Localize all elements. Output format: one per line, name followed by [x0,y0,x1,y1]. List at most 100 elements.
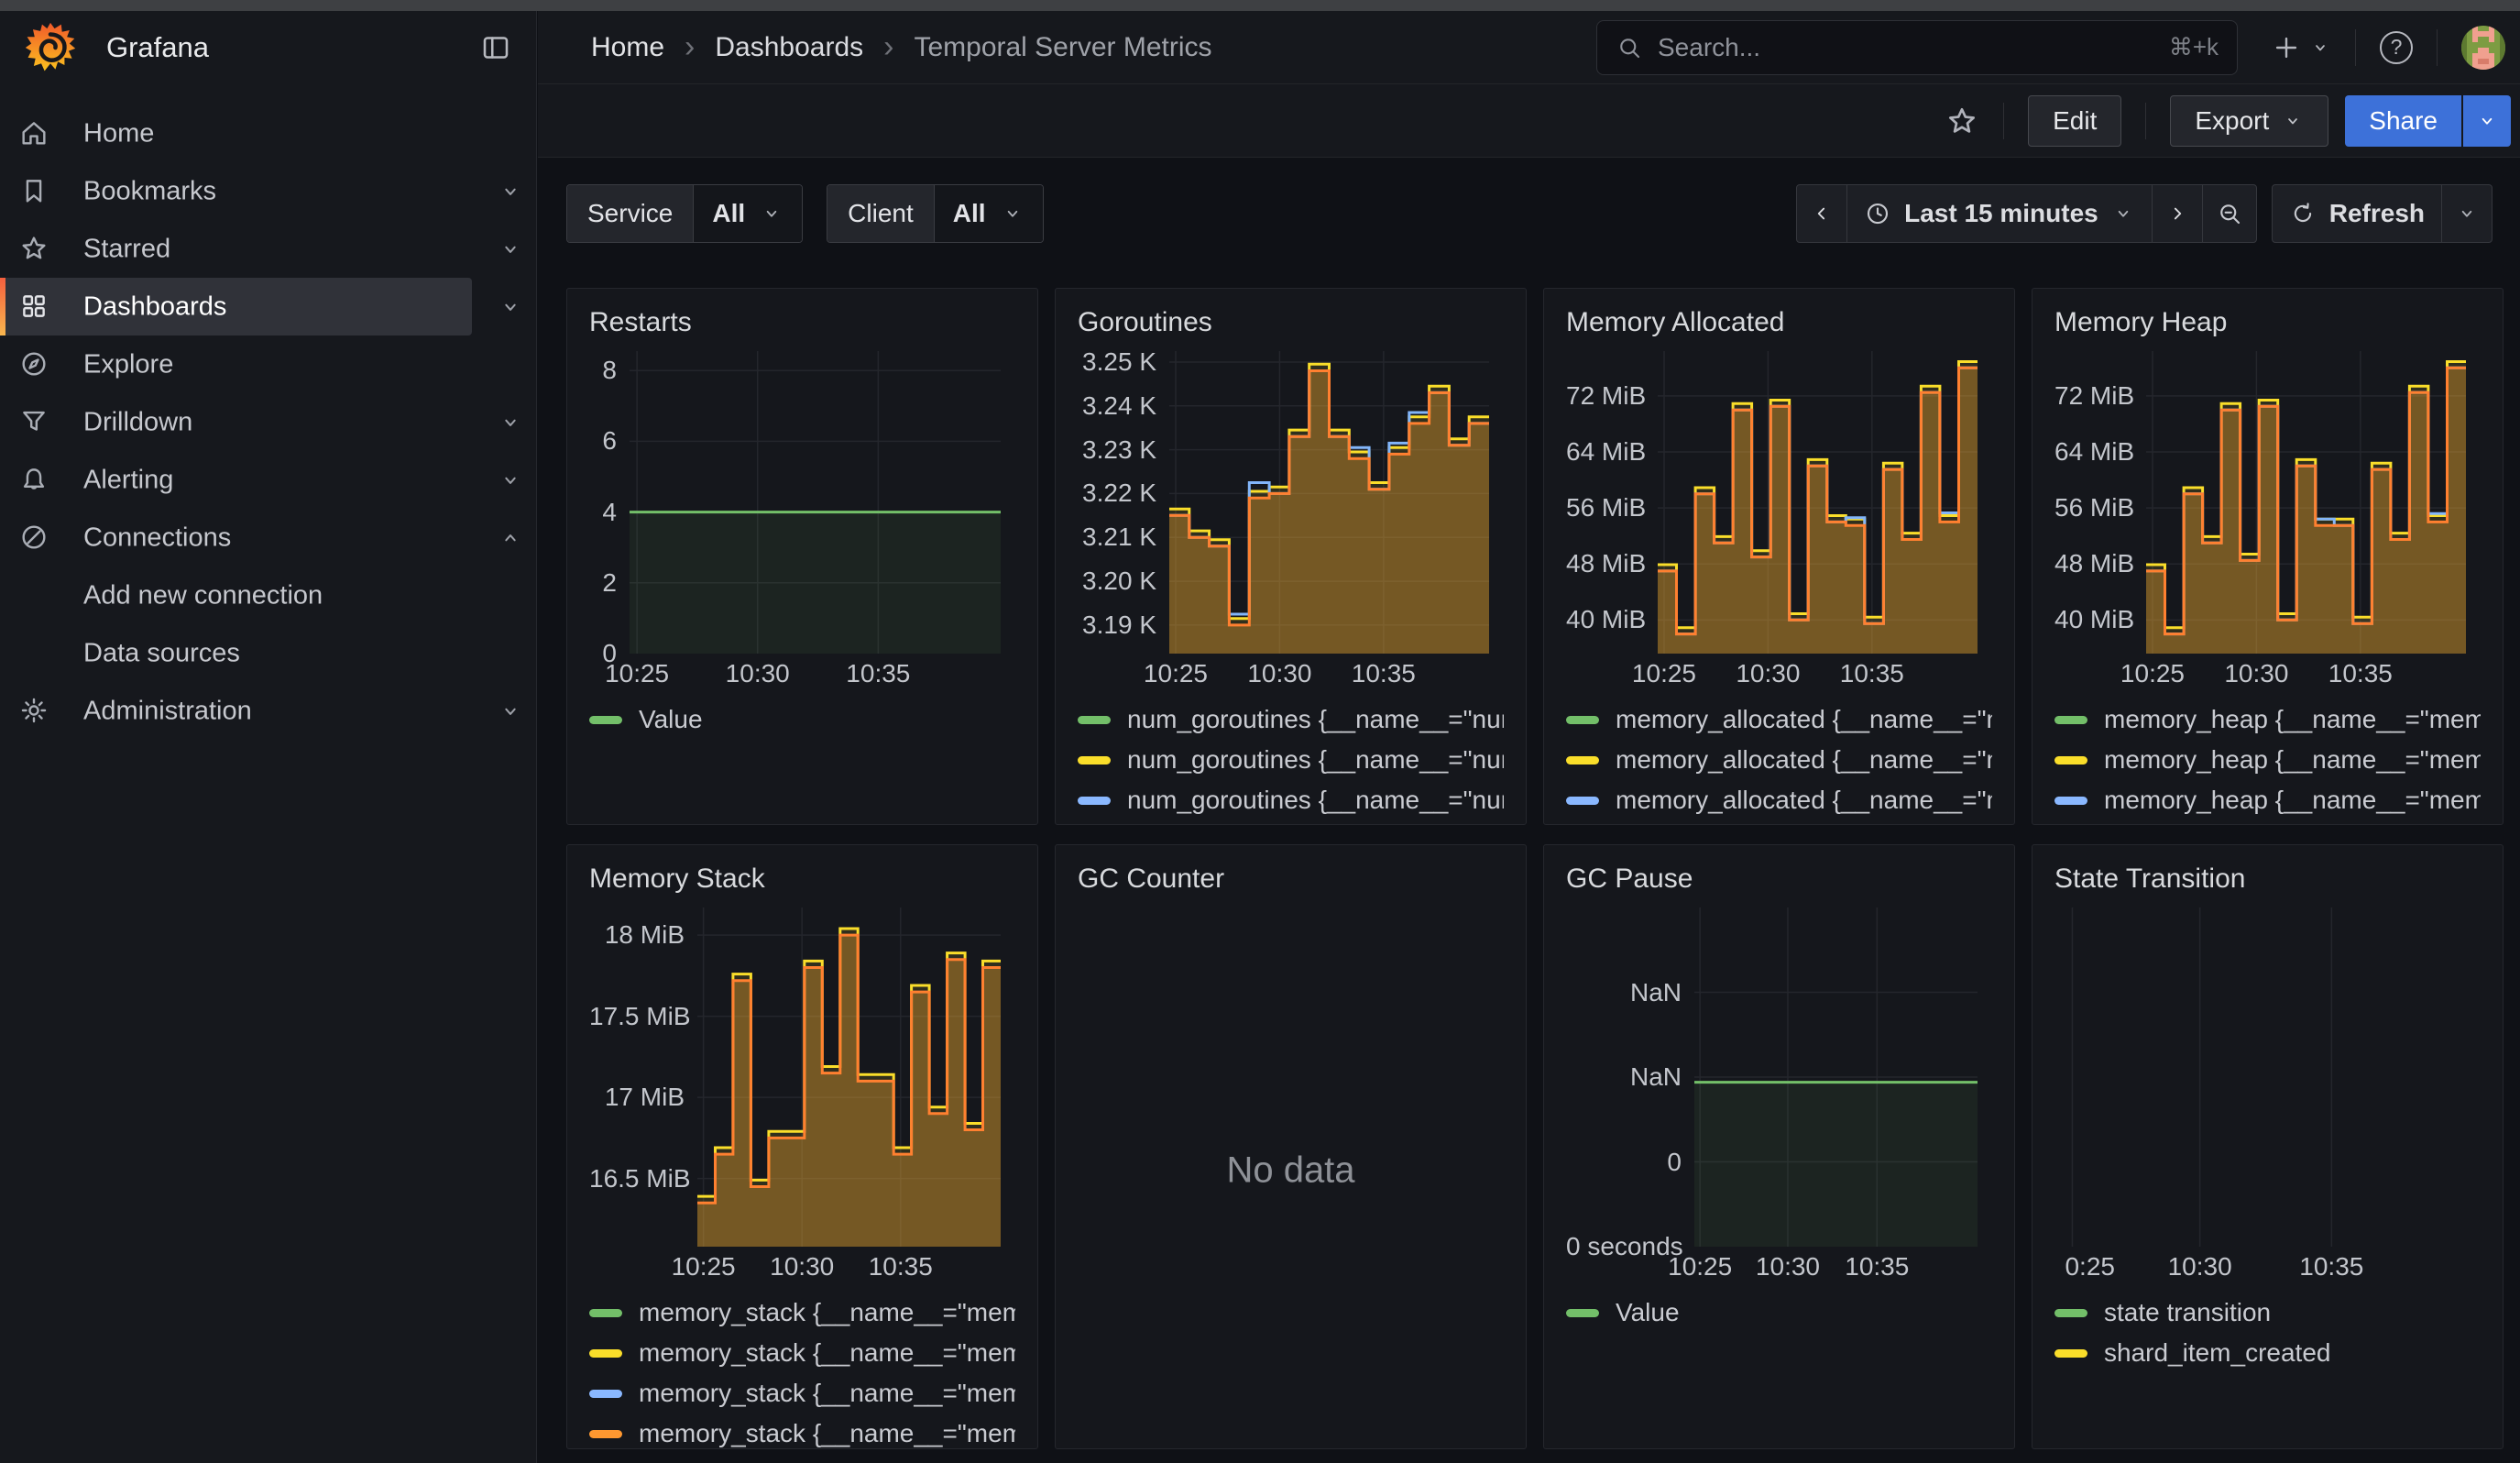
chevron-down-icon[interactable] [498,236,523,262]
refresh-interval-button[interactable] [2441,185,2492,242]
breadcrumb-home[interactable]: Home [591,32,664,63]
legend-item[interactable]: memory_stack {__name__="memory_s [589,1414,1015,1449]
share-dropdown-button[interactable] [2463,95,2511,147]
time-series-plot[interactable]: 10:2510:3010:3572 MiB64 MiB56 MiB48 MiB4… [2054,351,2481,694]
chevron-down-icon[interactable] [498,698,523,724]
sidebar-item-alerting[interactable]: Alerting [0,451,536,509]
sidebar-item-drilldown[interactable]: Drilldown [0,393,536,451]
filter-value-text: All [953,199,986,228]
sidebar-item-data-sources[interactable]: Data sources [0,624,536,682]
search-box[interactable]: ⌘+k [1596,20,2238,75]
legend-item[interactable]: memory_stack {__name__="memory_s [589,1373,1015,1414]
panel-title[interactable]: Memory Allocated [1566,307,1992,347]
legend-item[interactable]: shard_item_created [2054,1333,2481,1373]
legend-item[interactable]: num_goroutines {__name__="num_gor [1078,740,1504,780]
panel-title[interactable]: Goroutines [1078,307,1504,347]
panel-title[interactable]: State Transition [2054,864,2481,904]
sidebar-item-dashboards[interactable]: Dashboards [0,278,536,336]
sidebar-item-home[interactable]: Home [0,104,536,162]
legend-item[interactable]: Value [1566,1292,1992,1333]
legend-label[interactable]: memory_stack {__name__="memory_s [639,1298,1015,1327]
legend-item[interactable]: memory_stack {__name__="memory_s [589,1292,1015,1333]
sidebar-item-connections[interactable]: Connections [0,509,536,566]
legend-item[interactable]: num_goroutines {__name__="num_gor [1078,780,1504,820]
favorite-star-icon[interactable] [1945,104,1979,138]
chevron-down-icon[interactable] [498,294,523,320]
legend-item[interactable]: Value [589,699,1015,740]
help-button[interactable]: ? [2380,31,2413,64]
legend-label[interactable]: Value [639,705,703,734]
time-series-plot[interactable]: 10:2510:3010:3572 MiB64 MiB56 MiB48 MiB4… [1566,351,1992,694]
chevron-up-icon[interactable] [498,525,523,551]
legend-label[interactable]: memory_heap {__name__="memory_h [2104,745,2481,775]
chevron-down-icon[interactable] [498,179,523,204]
legend-item[interactable]: memory_allocated {__name__="memory [1566,780,1992,820]
chevron-down-icon[interactable] [498,410,523,435]
filter-label: Client [827,185,934,242]
legend-label[interactable]: memory_heap {__name__="memory_h [2104,786,2481,815]
legend-label[interactable]: state transition [2104,1298,2271,1327]
legend-label[interactable]: num_goroutines {__name__="num_gor [1127,745,1504,775]
grafana-logo-icon[interactable] [24,21,77,74]
service-filter[interactable]: Service All [566,184,803,243]
legend-item[interactable]: memory_heap {__name__="memory_h [2054,699,2481,740]
panel-title[interactable]: Restarts [589,307,1015,347]
legend-label[interactable]: memory_allocated {__name__="memory [1616,705,1992,734]
panel-title[interactable]: GC Pause [1566,864,1992,904]
export-button[interactable]: Export [2170,95,2328,147]
legend-item[interactable]: memory_allocated {__name__="memory [1566,740,1992,780]
panel-title[interactable]: GC Counter [1078,864,1504,904]
legend-item[interactable]: memory_allocated {__name__="memory [1566,699,1992,740]
legend-label[interactable]: memory_stack {__name__="memory_s [639,1338,1015,1368]
panel-title[interactable]: Memory Stack [589,864,1015,904]
legend-label[interactable]: num_goroutines {__name__="num_gor [1127,705,1504,734]
legend-label[interactable]: memory_heap {__name__="memory_h [2104,705,2481,734]
time-shift-back-button[interactable] [1797,185,1846,242]
legend-item[interactable]: memory_stack {__name__="memory_s [589,1333,1015,1373]
legend-item[interactable]: num_goroutines {__name__="num_gor [1078,699,1504,740]
time-series-plot[interactable]: 0:2510:3010:35 [2054,908,2481,1287]
legend-item[interactable]: memory_heap {__name__="memory_h [2054,820,2481,825]
legend-label[interactable]: num_goroutines {__name__="num_gor [1127,786,1504,815]
time-series-plot[interactable]: 10:2510:3010:3586420 [589,351,1015,694]
time-range-picker[interactable]: Last 15 minutes [1846,185,2152,242]
legend-label[interactable]: memory_stack {__name__="memory_s [639,1379,1015,1408]
legend-series-color [1078,797,1111,805]
sidebar-toggle-icon[interactable] [479,31,512,64]
time-series-plot[interactable]: 10:2510:3010:353.25 K3.24 K3.23 K3.22 K3… [1078,351,1504,694]
sidebar-item-label: Home [83,118,154,148]
create-new-button[interactable] [2271,32,2331,63]
search-input[interactable] [1658,33,2154,62]
sidebar-item-explore[interactable]: Explore [0,336,536,393]
service-filter-value[interactable]: All [693,185,802,242]
legend-label[interactable]: memory_allocated {__name__="memory [1616,786,1992,815]
sidebar-item-administration[interactable]: Administration [0,682,536,740]
time-series-plot[interactable]: 10:2510:3010:3518 MiB17.5 MiB17 MiB16.5 … [589,908,1015,1287]
legend-label[interactable]: memory_stack {__name__="memory_s [639,1419,1015,1448]
chevron-down-icon[interactable] [498,468,523,493]
share-button[interactable]: Share [2345,95,2461,147]
legend-label[interactable]: Value [1616,1298,1680,1327]
zoom-out-button[interactable] [2202,185,2256,242]
legend-series-color [2054,1349,2087,1358]
legend-item[interactable]: num_goroutines {__name__="num_gor [1078,820,1504,825]
sidebar-item-add-new-connection[interactable]: Add new connection [0,566,536,624]
user-avatar[interactable] [2461,26,2505,70]
legend-item[interactable]: memory_heap {__name__="memory_h [2054,780,2481,820]
client-filter-value[interactable]: All [934,185,1043,242]
sidebar-item-bookmarks[interactable]: Bookmarks [0,162,536,220]
grafana-app: Grafana Home Bookmarks Starred [0,0,2520,1463]
legend-item[interactable]: memory_allocated {__name__="memory [1566,820,1992,825]
time-series-plot[interactable]: 10:2510:3010:35NaNNaN00 seconds [1566,908,1992,1287]
sidebar-item-starred[interactable]: Starred [0,220,536,278]
client-filter[interactable]: Client All [827,184,1043,243]
legend-label[interactable]: shard_item_created [2104,1338,2330,1368]
edit-button[interactable]: Edit [2028,95,2121,147]
refresh-button[interactable]: Refresh [2273,185,2441,242]
time-shift-forward-button[interactable] [2152,185,2202,242]
panel-title[interactable]: Memory Heap [2054,307,2481,347]
breadcrumb-dashboards[interactable]: Dashboards [715,32,863,63]
legend-item[interactable]: state transition [2054,1292,2481,1333]
legend-item[interactable]: memory_heap {__name__="memory_h [2054,740,2481,780]
legend-label[interactable]: memory_allocated {__name__="memory [1616,745,1992,775]
